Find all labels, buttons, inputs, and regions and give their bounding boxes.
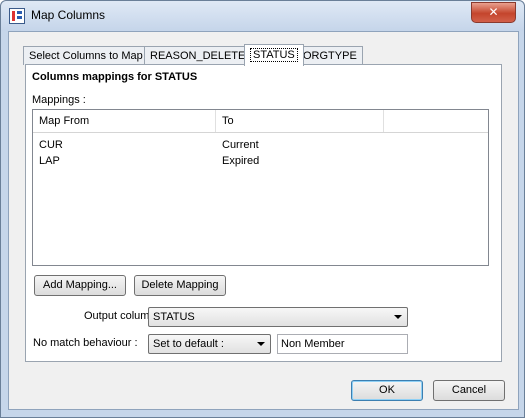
tab-label: Select Columns to Map	[29, 50, 143, 62]
column-header-to[interactable]: To	[216, 110, 384, 132]
output-column-value: STATUS	[153, 311, 195, 323]
close-icon[interactable]: ✕	[471, 2, 516, 23]
add-mapping-button[interactable]: Add Mapping...	[34, 275, 126, 296]
tab-select-columns-to-map[interactable]: Select Columns to Map	[23, 46, 149, 65]
tab-label: STATUS	[250, 48, 298, 62]
tab-label: REASON_DELETED	[150, 50, 254, 62]
mappings-table[interactable]: Map From To CUR Current LAP Expired	[32, 109, 489, 266]
column-header-map-from[interactable]: Map From	[33, 110, 216, 132]
map-from-cell: LAP	[39, 155, 60, 167]
delete-mapping-button[interactable]: Delete Mapping	[134, 275, 226, 296]
title-bar[interactable]: Map Columns ✕	[1, 1, 524, 31]
app-icon	[9, 8, 25, 24]
window-title: Map Columns	[31, 8, 106, 22]
map-columns-dialog: Map Columns ✕ Select Columns to Map REAS…	[0, 0, 525, 418]
status-tab-panel: Columns mappings for STATUS Mappings : M…	[25, 64, 502, 362]
panel-heading: Columns mappings for STATUS	[32, 71, 198, 83]
column-header-filler	[384, 110, 488, 132]
no-match-behaviour-label: No match behaviour :	[33, 337, 138, 349]
default-value-input[interactable]: Non Member	[277, 334, 408, 354]
table-header: Map From To	[33, 110, 488, 133]
no-match-behaviour-select[interactable]: Set to default :	[148, 334, 271, 354]
map-from-cell: CUR	[39, 139, 63, 151]
to-cell: Current	[222, 139, 259, 151]
tab-orgtype[interactable]: ORGTYPE	[297, 46, 363, 65]
chevron-down-icon	[257, 342, 265, 346]
to-cell: Expired	[222, 155, 260, 167]
table-row[interactable]: CUR Current	[33, 137, 488, 153]
dialog-body: Select Columns to Map REASON_DELETED STA…	[8, 31, 519, 410]
output-column-select[interactable]: STATUS	[148, 307, 408, 327]
ok-button[interactable]: OK	[351, 380, 423, 401]
cancel-button[interactable]: Cancel	[433, 380, 505, 401]
table-row[interactable]: LAP Expired	[33, 153, 488, 169]
mappings-label: Mappings :	[32, 94, 86, 106]
no-match-behaviour-value: Set to default :	[153, 338, 224, 350]
tab-status[interactable]: STATUS	[244, 44, 304, 66]
tab-label: ORGTYPE	[303, 50, 357, 62]
tab-reason-deleted[interactable]: REASON_DELETED	[144, 46, 260, 65]
chevron-down-icon	[394, 315, 402, 319]
